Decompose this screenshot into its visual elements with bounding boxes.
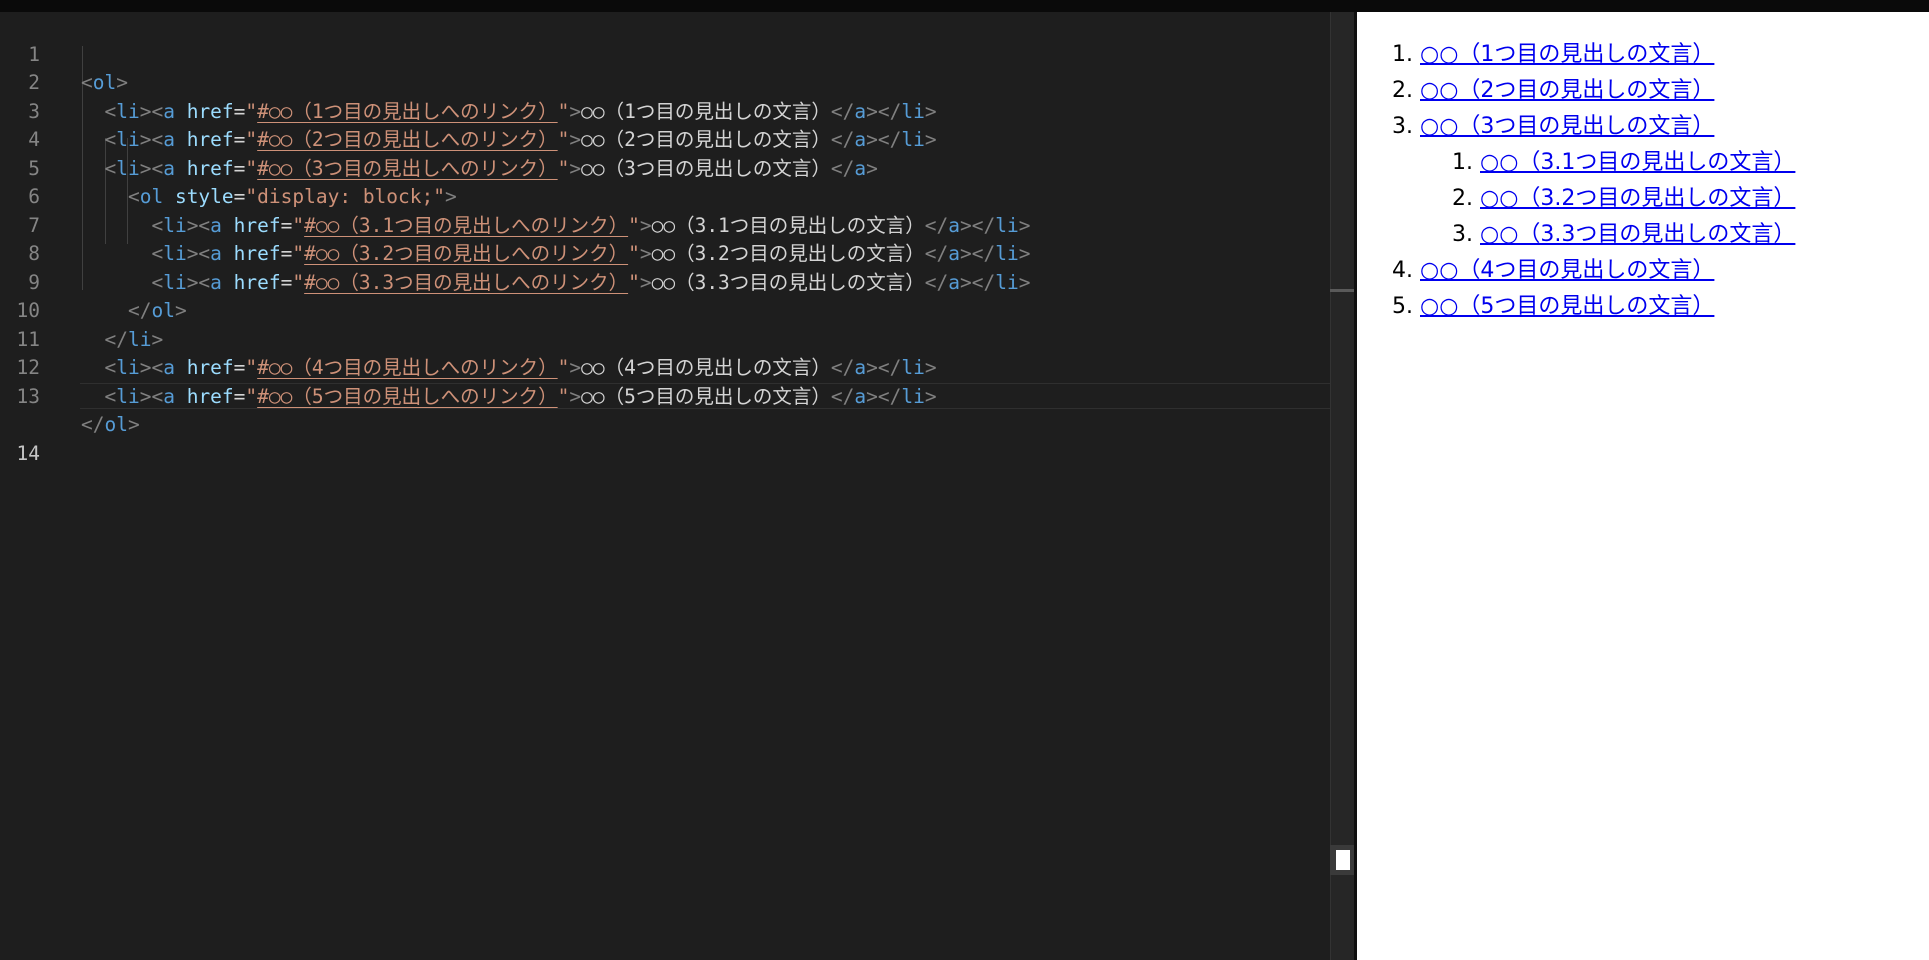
list-item: 2. ○○（2つ目の見出しの文言） [1392, 76, 1714, 106]
list-link[interactable]: ○○（1つ目の見出しの文言） [1420, 42, 1714, 67]
code-line-11[interactable]: 11 <li><a href="#○○（4つ目の見出しへのリンク）">○○（4つ… [0, 297, 1330, 380]
list-number: 4. [1392, 258, 1413, 283]
list-item: 3. ○○（3つ目の見出しの文言） [1392, 112, 1714, 142]
list-number: 3. [1392, 114, 1413, 139]
list-link[interactable]: ○○（2つ目の見出しの文言） [1420, 78, 1714, 103]
code-line-5[interactable]: 5 <ol style="display: block;"> [0, 126, 1330, 209]
list-link[interactable]: ○○（3.1つ目の見出しの文言） [1480, 150, 1795, 175]
list-number: 1. [1392, 42, 1413, 67]
top-bar [0, 0, 1929, 12]
code-line-13[interactable]: 13 </ol> [0, 354, 1330, 437]
code-line-12[interactable]: 12 <li><a href="#○○（5つ目の見出しへのリンク）">○○（5つ… [0, 326, 1330, 408]
code-line-6[interactable]: 6 <li><a href="#○○（3.1つ目の見出しへのリンク）">○○（3… [0, 155, 1330, 237]
list-link[interactable]: ○○（3.3つ目の見出しの文言） [1480, 222, 1795, 247]
list-number: 1. [1452, 150, 1473, 175]
html-preview-pane: 1. ○○（1つ目の見出しの文言） 2. ○○（2つ目の見出しの文言） 3. ○… [1354, 12, 1929, 960]
code-line-9[interactable]: 9 </ol> [0, 240, 1330, 323]
current-line-highlight [80, 382, 1330, 409]
list-link[interactable]: ○○（3つ目の見出しの文言） [1420, 114, 1714, 139]
list-item: 4. ○○（4つ目の見出しの文言） [1392, 256, 1714, 286]
nested-list-item: 3. ○○（3.3つ目の見出しの文言） [1452, 220, 1795, 250]
code-line-8[interactable]: 8 <li><a href="#○○（3.3つ目の見出しへのリンク）">○○（3… [0, 212, 1330, 294]
list-link[interactable]: ○○（3.2つ目の見出しの文言） [1480, 186, 1795, 211]
code-editor[interactable]: 1 <ol> 2 <li><a href="#○○（1つ目の見出しへのリンク）"… [0, 12, 1330, 960]
code-line-14-current[interactable]: 14 [0, 382, 1330, 465]
list-item: 1. ○○（1つ目の見出しの文言） [1392, 40, 1714, 70]
code-line-7[interactable]: 7 <li><a href="#○○（3.2つ目の見出しへのリンク）">○○（3… [0, 183, 1330, 266]
nested-list-item: 2. ○○（3.2つ目の見出しの文言） [1452, 184, 1795, 214]
list-link[interactable]: ○○（5つ目の見出しの文言） [1420, 294, 1714, 319]
nested-list-item: 1. ○○（3.1つ目の見出しの文言） [1452, 148, 1795, 178]
code-line-3[interactable]: 3 <li><a href="#○○（2つ目の見出しへのリンク）">○○（2つ目… [0, 69, 1330, 152]
scrollbar-thumb[interactable] [1336, 850, 1350, 870]
list-number: 2. [1392, 78, 1413, 103]
code-line-2[interactable]: 2 <li><a href="#○○（1つ目の見出しへのリンク）">○○（1つ目… [0, 41, 1330, 123]
editor-scrollbar[interactable] [1330, 12, 1354, 960]
code-line-10[interactable]: 10 </li> [0, 269, 1330, 351]
line-number: 14 [16, 441, 40, 465]
overview-ruler-marker [1330, 289, 1354, 292]
list-link[interactable]: ○○（4つ目の見出しの文言） [1420, 258, 1714, 283]
list-number: 3. [1452, 222, 1473, 247]
list-number: 2. [1452, 186, 1473, 211]
list-item: 5. ○○（5つ目の見出しの文言） [1392, 292, 1714, 322]
code-line-4[interactable]: 4 <li><a href="#○○（3つ目の見出しへのリンク）">○○（3つ目… [0, 98, 1330, 180]
code-line-1[interactable]: 1 <ol> [0, 12, 1330, 95]
list-number: 5. [1392, 294, 1413, 319]
